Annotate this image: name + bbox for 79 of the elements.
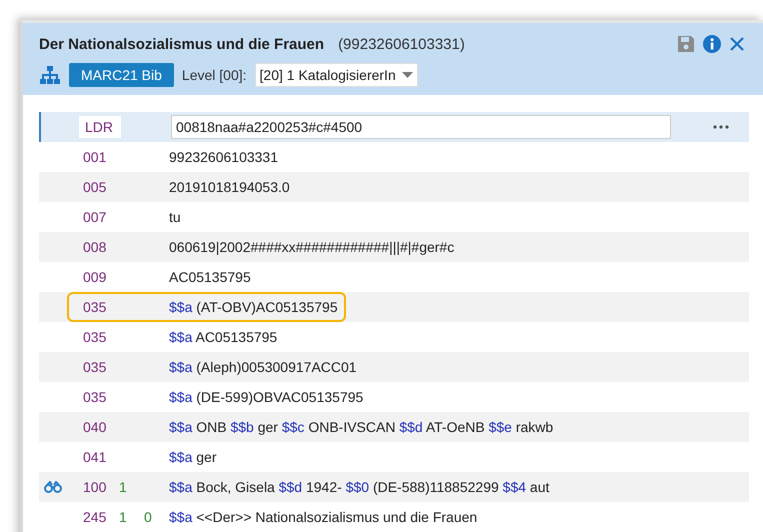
level-label: Level [00]: — [182, 67, 247, 83]
record-title: Der Nationalsozialismus und die Frauen — [39, 36, 324, 52]
record-row[interactable]: 245 1 0 $$a <<Der>> Nationalsozialismus und die Frauen — [39, 502, 749, 532]
caret-icon — [402, 72, 413, 78]
record-row[interactable]: 040 $$a ONB $$b ger $$c ONB-IVSCAN $$d AT-OeNB $$e rakwb — [39, 412, 749, 442]
record-row[interactable]: 100 1 $$a Bock, Gisela $$d 1942- $$0 (DE-588)118852299 $$4 aut — [39, 472, 749, 502]
indicator: 1 — [119, 479, 127, 495]
field-tag: 100 — [83, 479, 119, 495]
record-row[interactable]: 007 tu — [39, 202, 749, 232]
indicator: 1 — [119, 509, 127, 525]
subfield-value: ger — [258, 419, 278, 435]
field-tag: 008 — [83, 239, 119, 255]
leader-field[interactable]: 00818naa#a2200253#c#4500 — [171, 115, 671, 139]
record-row[interactable]: 009 AC05135795 — [39, 262, 749, 292]
subfield-code: $$a — [169, 419, 192, 435]
subfield-code: $$a — [169, 359, 192, 375]
subfield-value: (DE-599)OBVAC05135795 — [196, 389, 364, 405]
field-tag: 035 — [83, 359, 119, 375]
field-value: AC05135795 — [169, 269, 251, 285]
subfield-code: $$d — [278, 479, 302, 495]
close-icon[interactable] — [729, 36, 745, 52]
subfield-code: $$d — [399, 419, 423, 435]
subfield-code: $$a — [169, 509, 192, 525]
record-row[interactable]: 005 20191018194053.0 — [39, 172, 749, 202]
subfield-code: $$c — [282, 419, 304, 435]
field-value: 060619|2002####xx############|||#|#ger#c — [169, 239, 454, 255]
record-row[interactable]: 001 99232606103331 — [39, 142, 749, 172]
record-row[interactable]: 035 $$a (AT-OBV)AC05135795 — [39, 292, 749, 322]
subfield-code: $$e — [488, 419, 512, 435]
subfield-value: (DE-588)118852299 — [372, 479, 499, 495]
binoculars-icon[interactable] — [44, 481, 62, 493]
field-value: 99232606103331 — [169, 149, 278, 165]
subfield-value: (Aleph)005300917ACC01 — [196, 359, 357, 375]
subfield-code: $$a — [169, 449, 192, 465]
more-icon[interactable] — [713, 125, 729, 129]
level-dropdown[interactable]: [20] 1 KatalogisiererIn — [254, 63, 418, 87]
field-tag: LDR — [79, 116, 121, 138]
record-row[interactable]: 041 $$a ger — [39, 442, 749, 472]
field-tag: 040 — [83, 419, 119, 435]
subfield-value: <<Der>> Nationalsozialismus und die Frauen — [196, 509, 478, 525]
subfield-value: rakwb — [516, 419, 554, 435]
subfield-code: $$a — [169, 299, 192, 315]
subfield-value: ONB-IVSCAN — [308, 419, 396, 435]
subfield-value: (AT-OBV)AC05135795 — [196, 299, 338, 315]
field-value: tu — [169, 209, 181, 225]
record-row[interactable]: 035 $$a (DE-599)OBVAC05135795 — [39, 382, 749, 412]
field-tag: 035 — [83, 389, 119, 405]
field-value: 20191018194053.0 — [169, 179, 290, 195]
record-row[interactable]: 035 $$a AC05135795 — [39, 322, 749, 352]
record-id: (99232606103331) — [338, 36, 465, 52]
subfield-value: 1942- — [306, 479, 342, 495]
info-icon[interactable] — [703, 35, 721, 53]
field-tag: 041 — [83, 449, 119, 465]
field-tag: 001 — [83, 149, 119, 165]
field-tag: 035 — [83, 299, 119, 315]
hierarchy-icon[interactable] — [39, 65, 61, 85]
subfield-code: $$4 — [502, 479, 526, 495]
subfield-value: ger — [196, 449, 216, 465]
subfield-value: aut — [530, 479, 550, 495]
field-tag: 035 — [83, 329, 119, 345]
subfield-code: $$a — [169, 329, 192, 345]
subfield-value: AC05135795 — [195, 329, 278, 345]
subfield-code: $$a — [169, 479, 192, 495]
field-tag: 009 — [83, 269, 119, 285]
record-row[interactable]: 035 $$a (Aleph)005300917ACC01 — [39, 352, 749, 382]
field-tag: 245 — [83, 509, 119, 525]
subfield-code: $$b — [230, 419, 254, 435]
indicator: 0 — [144, 509, 152, 525]
subfield-code: $$0 — [346, 479, 370, 495]
subfield-code: $$a — [169, 389, 192, 405]
field-tag: 005 — [83, 179, 119, 195]
format-badge[interactable]: MARC21 Bib — [69, 63, 174, 87]
save-icon[interactable] — [677, 35, 695, 53]
subfield-value: Bock, Gisela — [196, 479, 275, 495]
record-row[interactable]: 008 060619|2002####xx############|||#|#ger#c — [39, 232, 749, 262]
subfield-value: ONB — [196, 419, 227, 435]
subfield-value: AT-OeNB — [426, 419, 485, 435]
field-tag: 007 — [83, 209, 119, 225]
record-row[interactable]: LDR 00818naa#a2200253#c#4500 — [39, 112, 749, 142]
